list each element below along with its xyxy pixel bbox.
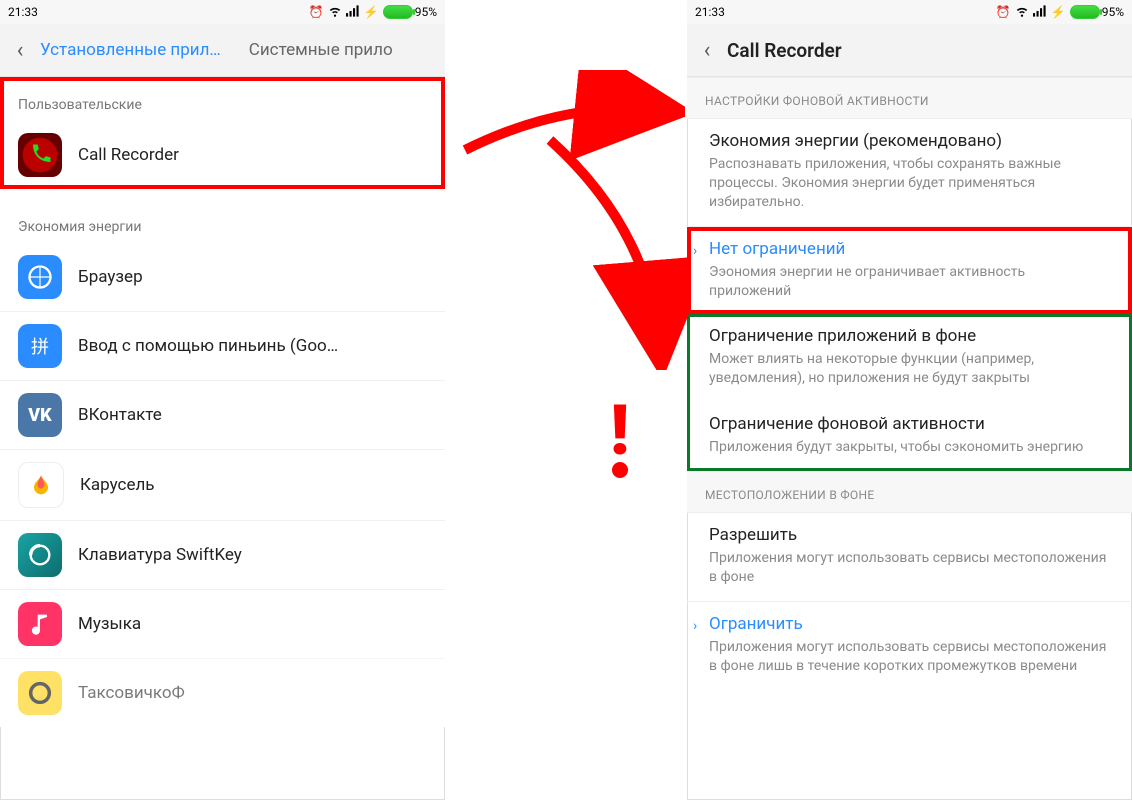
nav-bar: ‹ Call Recorder [687, 24, 1132, 77]
app-name: ВКонтакте [78, 405, 162, 425]
status-time: 21:33 [8, 5, 38, 19]
alarm-icon: ⏰ [309, 5, 324, 19]
option-title: Ограничение фоновой активности [709, 414, 1110, 434]
option-location-restrict[interactable]: › Ограничить Приложения могут использова… [687, 602, 1132, 690]
back-button[interactable]: ‹ [687, 38, 727, 63]
option-desc: Ээономия энергии не ограничивает активно… [709, 263, 1110, 301]
option-title: Экономия энергии (рекомендовано) [709, 131, 1110, 151]
battery-pct: 95% [1102, 5, 1124, 19]
app-name: Карусель [80, 475, 155, 495]
nav-bar: ‹ Установленные прил… Системные прило [0, 24, 445, 77]
option-location-allow[interactable]: Разрешить Приложения могут использовать … [687, 513, 1132, 601]
status-bar: 21:33 ⏰ ⚡ 95% [687, 0, 1132, 24]
status-right: ⏰ ⚡ 95% [309, 4, 437, 21]
app-name: Браузер [78, 267, 143, 287]
music-icon [18, 602, 62, 646]
selected-caret-icon: › [693, 618, 697, 634]
signal-icon [1033, 5, 1047, 20]
exclamation-icon: ! [610, 410, 629, 478]
energy-apps-list: Браузер 拼 Ввод с помощью пиньинь (Goo… V… [0, 243, 445, 727]
user-apps-list: Call Recorder [0, 121, 445, 189]
app-name: Музыка [78, 614, 141, 634]
charging-icon: ⚡ [1051, 5, 1066, 19]
carousel-icon [18, 462, 64, 508]
option-restrict-background[interactable]: Ограничение приложений в фоне Может влия… [687, 314, 1132, 402]
stage: 21:33 ⏰ ⚡ 95% ‹ Установленные прил… [0, 0, 1132, 800]
vk-icon: VK [18, 393, 62, 437]
option-desc: Приложения могут использовать сервисы ме… [709, 549, 1110, 587]
status-right: ⏰ ⚡ 95% [996, 4, 1124, 21]
pinyin-icon: 拼 [18, 324, 62, 368]
bg-activity-section-label: НАСТРОЙКИ ФОНОВОЙ АКТИВНОСТИ [687, 77, 1132, 119]
list-item[interactable]: ТаксовичкоФ [0, 658, 445, 727]
option-energy-saving[interactable]: Экономия энергии (рекомендовано) Распозн… [687, 119, 1132, 226]
app-name: Клавиатура SwiftKey [78, 545, 242, 565]
option-title: Ограничить [709, 614, 1110, 634]
arrow-top [455, 70, 685, 170]
list-item[interactable]: 拼 Ввод с помощью пиньинь (Goo… [0, 311, 445, 380]
battery-indicator: 95% [1070, 5, 1124, 19]
wifi-icon [1015, 4, 1029, 21]
user-section-label: Пользовательские [0, 77, 445, 121]
app-name: Ввод с помощью пиньинь (Goo… [78, 336, 338, 356]
tabs: Установленные прил… Системные прило [40, 40, 445, 60]
signal-icon [346, 5, 360, 20]
tab-installed[interactable]: Установленные прил… [40, 40, 221, 60]
list-item[interactable]: Музыка [0, 589, 445, 658]
swiftkey-icon [18, 533, 62, 577]
arrow-bottom [530, 130, 690, 370]
app-name: Call Recorder [78, 145, 179, 165]
taxo-icon [18, 671, 62, 715]
list-item[interactable]: Клавиатура SwiftKey [0, 520, 445, 589]
phone-left: 21:33 ⏰ ⚡ 95% ‹ Установленные прил… [0, 0, 445, 800]
energy-section-label: Экономия энергии [0, 189, 445, 243]
call-recorder-icon [18, 133, 62, 177]
restriction-options-highlight: Ограничение приложений в фоне Может влия… [687, 314, 1132, 471]
battery-icon [383, 5, 413, 19]
page-title: Call Recorder [727, 39, 842, 62]
tab-system[interactable]: Системные прило [249, 40, 393, 60]
option-desc: Распознавать приложения, чтобы сохранять… [709, 155, 1110, 212]
phone-right: 21:33 ⏰ ⚡ 95% ‹ Call Recorder НАСТРОЙКИ … [687, 0, 1132, 800]
back-button[interactable]: ‹ [0, 38, 40, 63]
list-item[interactable]: VK ВКонтакте [0, 380, 445, 449]
battery-indicator: 95% [383, 5, 437, 19]
option-title: Разрешить [709, 525, 1110, 545]
option-restrict-activity[interactable]: Ограничение фоновой активности Приложени… [687, 402, 1132, 471]
alarm-icon: ⏰ [996, 5, 1011, 19]
status-time: 21:33 [695, 5, 725, 19]
list-item[interactable]: Браузер [0, 243, 445, 311]
app-name: ТаксовичкоФ [78, 683, 185, 703]
wifi-icon [328, 4, 342, 21]
option-title: Ограничение приложений в фоне [709, 326, 1110, 346]
option-desc: Приложения будут закрыты, чтобы сэкономи… [709, 438, 1110, 457]
option-title: Нет ограничений [709, 239, 1110, 259]
user-apps-highlight: Пользовательские Call Recorder [0, 77, 445, 189]
battery-pct: 95% [415, 5, 437, 19]
list-item[interactable]: Call Recorder [0, 121, 445, 189]
list-item[interactable]: Карусель [0, 449, 445, 520]
status-bar: 21:33 ⏰ ⚡ 95% [0, 0, 445, 24]
option-desc: Приложения могут использовать сервисы ме… [709, 638, 1110, 676]
charging-icon: ⚡ [364, 5, 379, 19]
option-no-restrictions[interactable]: › Нет ограничений Ээономия энергии не ог… [687, 227, 1132, 315]
selected-caret-icon: › [693, 243, 697, 259]
location-section-label: МЕСТОПОЛОЖЕНИИ В ФОНЕ [687, 471, 1132, 513]
option-desc: Может влиять на некоторые функции (напри… [709, 350, 1110, 388]
browser-icon [18, 255, 62, 299]
battery-icon [1070, 5, 1100, 19]
